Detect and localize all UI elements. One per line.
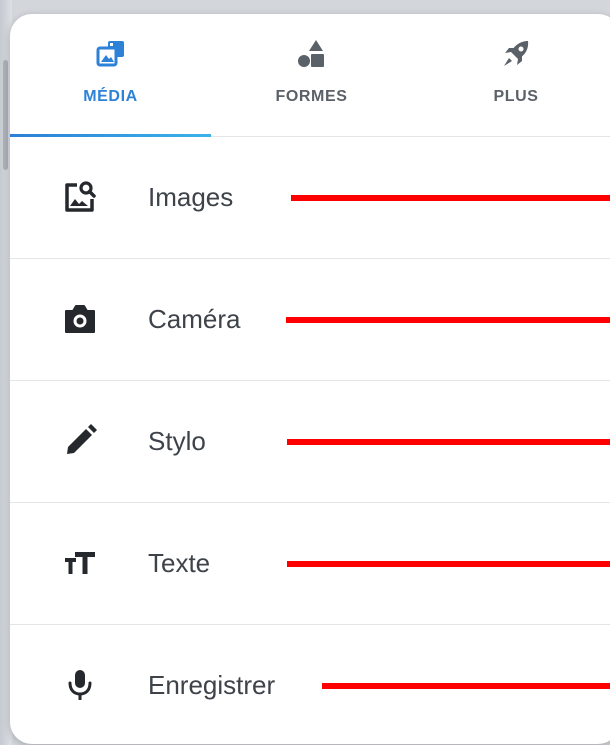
annotation-line (291, 195, 610, 201)
tab-bar: MÉDIA FORMES PLUS (10, 14, 610, 137)
pencil-icon (62, 423, 98, 459)
menu-item-record-label: Enregistrer (148, 670, 276, 700)
tab-media[interactable]: MÉDIA (10, 14, 211, 136)
tab-media-label: MÉDIA (83, 88, 138, 105)
menu-item-pen-label: Stylo (148, 426, 206, 456)
tab-more[interactable]: PLUS (412, 14, 610, 136)
shapes-icon (296, 38, 328, 70)
menu-item-pen[interactable]: Stylo (10, 380, 610, 503)
text-size-icon (62, 545, 98, 581)
background-scrollbar[interactable] (3, 60, 8, 170)
media-gallery-icon (95, 38, 127, 70)
menu-item-camera[interactable]: Caméra (10, 258, 610, 381)
tab-more-label: PLUS (493, 88, 539, 105)
menu-item-camera-label: Caméra (148, 304, 241, 334)
insert-menu-panel: MÉDIA FORMES PLUS Images Caméra Stylo Te… (10, 14, 610, 744)
camera-icon (62, 301, 98, 337)
tab-shapes[interactable]: FORMES (211, 14, 412, 136)
annotation-line (322, 683, 610, 689)
menu-item-images-label: Images (148, 182, 234, 212)
annotation-line (287, 561, 610, 567)
rocket-icon (500, 38, 532, 70)
menu-item-text[interactable]: Texte (10, 502, 610, 625)
menu-item-text-label: Texte (148, 548, 211, 578)
menu-item-record[interactable]: Enregistrer (10, 624, 610, 744)
annotation-line (286, 317, 610, 323)
tab-shapes-label: FORMES (275, 88, 348, 105)
menu-item-images[interactable]: Images (10, 136, 610, 259)
annotation-line (287, 439, 610, 445)
microphone-icon (62, 667, 98, 703)
image-search-icon (62, 179, 98, 215)
